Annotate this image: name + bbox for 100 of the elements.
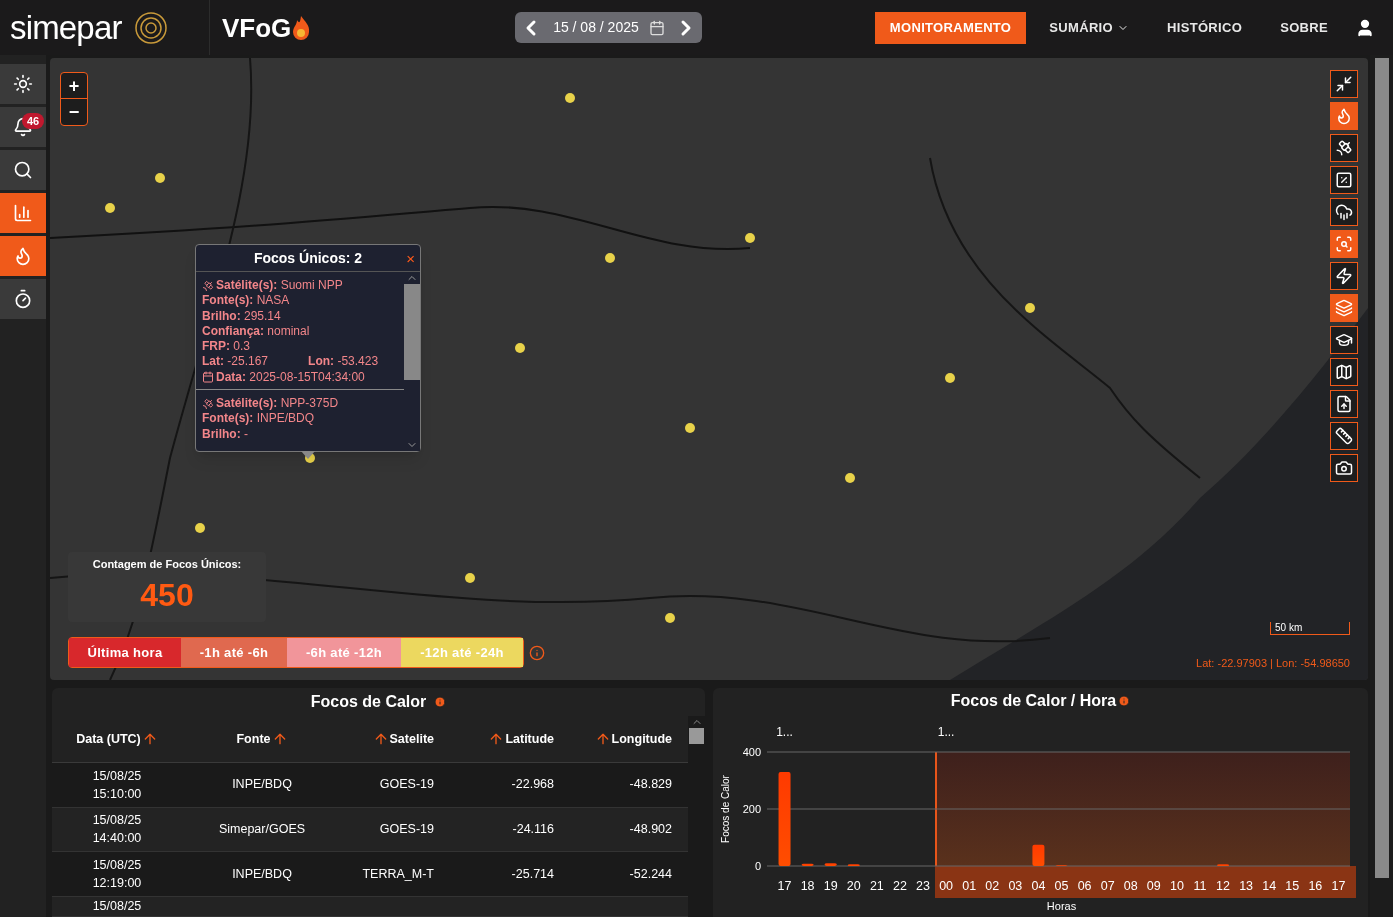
map-tool-button[interactable] <box>1330 454 1358 482</box>
search-icon <box>1335 235 1353 253</box>
scroll-thumb[interactable] <box>1374 58 1389 878</box>
table-cell-text: 14:40:00 <box>92 830 142 848</box>
x-tick-label: 12 <box>1216 879 1230 893</box>
lightning-icon <box>1335 267 1353 285</box>
x-tick-label: 10 <box>1169 879 1184 893</box>
logo-text: simepar <box>10 11 122 44</box>
map-tool-button[interactable] <box>1330 262 1358 290</box>
flame-logo-icon <box>291 14 312 41</box>
map-tool-button[interactable] <box>1330 134 1358 162</box>
zoom-in-button[interactable]: + <box>61 73 87 99</box>
table-cell-text: -25.714 <box>510 865 554 883</box>
user-icon[interactable] <box>1355 17 1375 38</box>
map-tool-button[interactable] <box>1330 166 1358 194</box>
nav-tab[interactable]: HISTÓRICO <box>1152 11 1258 44</box>
calendar-icon[interactable] <box>648 19 665 36</box>
info-icon[interactable] <box>529 644 545 661</box>
info-icon[interactable] <box>1118 695 1131 707</box>
bar <box>801 863 814 866</box>
date-picker[interactable]: 15 / 08 / 2025 <box>515 12 703 43</box>
sun-icon <box>13 74 33 94</box>
timer-icon <box>13 289 33 309</box>
x-tick-label: 19 <box>823 879 838 893</box>
table-cell-text: Simepar/GOES <box>217 821 307 839</box>
count-label: Contagem de Focos Únicos: <box>92 557 242 572</box>
column-header[interactable]: Data (UTC) <box>52 729 182 749</box>
scroll-thumb[interactable] <box>404 284 420 380</box>
cursor-coordinates: Lat: -22.97903 | Lon: -54.98650 <box>1196 656 1350 671</box>
table-cell-text: GOES-19 <box>378 776 434 794</box>
x-tick-label: 03 <box>1008 879 1023 893</box>
table-cell-text: GOES-19 <box>378 821 434 839</box>
app-logo-text: VFoG <box>222 14 292 41</box>
popup-field: Lat: -25.167 <box>202 354 269 370</box>
popup-field: Brilho: 295.14 <box>202 308 281 324</box>
bar <box>824 863 837 866</box>
notification-badge: 46 <box>22 113 45 129</box>
legend-item: -12h até -24h <box>401 638 523 667</box>
table-cell-text: -22.968 <box>510 776 554 794</box>
table-cell-text: 12:19:00 <box>92 875 142 893</box>
x-tick-label: 21 <box>869 879 884 893</box>
sidebar-button[interactable] <box>0 64 46 104</box>
x-tick-label: 17 <box>777 879 792 893</box>
ruler-icon <box>1335 427 1353 445</box>
satellite-icon <box>1335 139 1353 157</box>
x-axis-title: Horas <box>1046 900 1077 912</box>
table-cell-text: INPE/BDQ <box>231 865 293 883</box>
sidebar-button[interactable] <box>0 150 46 190</box>
map-tool-button[interactable] <box>1330 390 1358 418</box>
table-cell-text: 15/08/25 <box>92 898 142 916</box>
y-tick-label: 0 <box>754 860 761 872</box>
table-cell-text: TERRA_M-T <box>361 865 434 883</box>
column-header[interactable]: Satelite <box>342 729 434 749</box>
table-cell-text: -24.116 <box>511 821 554 839</box>
sidebar-button[interactable]: 46 <box>0 107 46 147</box>
table-cell-text: 15/08/25 <box>92 767 142 785</box>
x-tick-label: 15 <box>1285 879 1300 893</box>
x-tick-label: 13 <box>1239 879 1254 893</box>
column-header[interactable]: Fonte <box>182 729 342 749</box>
nav-tab[interactable]: SOBRE <box>1265 11 1343 44</box>
scrollbar[interactable] <box>688 716 705 917</box>
map-tool-button[interactable] <box>1330 198 1358 226</box>
table-cell-text: -52.244 <box>628 865 672 883</box>
date-label: 1... <box>937 725 955 739</box>
popup-field: Confiança: nominal <box>202 323 310 340</box>
popup-field: Fonte(s): NASA <box>202 293 290 309</box>
camera-icon <box>1335 459 1353 477</box>
x-tick-label: 06 <box>1077 879 1092 893</box>
x-tick-label: 05 <box>1054 879 1069 893</box>
y-tick-label: 400 <box>742 746 761 758</box>
panel-title: Focos de Calor <box>310 692 427 712</box>
scrollbar[interactable] <box>404 272 420 451</box>
popup-field: Satélite(s): Suomi NPP <box>216 278 343 294</box>
search-icon <box>13 160 33 180</box>
scroll-thumb[interactable] <box>689 728 704 744</box>
satellite-icon <box>202 397 214 410</box>
cloud-rain-icon <box>1335 203 1353 221</box>
legend-item: -6h até -12h <box>287 638 401 667</box>
map-tool-button[interactable] <box>1330 422 1358 450</box>
sidebar-button[interactable] <box>0 279 46 319</box>
bar-chart-icon <box>13 203 33 223</box>
x-tick-label: 22 <box>893 879 907 893</box>
info-icon[interactable] <box>434 696 447 708</box>
legend-item: Última hora <box>69 638 181 667</box>
map-tool-button[interactable] <box>1330 358 1358 386</box>
file-upload-icon <box>1335 395 1353 413</box>
column-header[interactable]: Longitude <box>554 729 672 749</box>
zoom-out-button[interactable]: − <box>61 99 87 125</box>
column-header[interactable]: Latitude <box>434 729 554 749</box>
x-tick-label: 04 <box>1031 879 1046 893</box>
map-tool-button[interactable] <box>1330 70 1358 98</box>
x-tick-label: 11 <box>1193 879 1207 893</box>
map-tool-button[interactable] <box>1330 326 1358 354</box>
nav-tab[interactable]: SUMÁRIO <box>1034 11 1144 44</box>
close-button[interactable]: × <box>406 251 415 266</box>
satellite-icon <box>202 279 214 292</box>
popup-field: FRP: 0.3 <box>202 339 250 355</box>
x-tick-label: 16 <box>1308 879 1323 893</box>
x-tick-label: 20 <box>846 879 861 893</box>
x-tick-label: 18 <box>800 879 815 893</box>
